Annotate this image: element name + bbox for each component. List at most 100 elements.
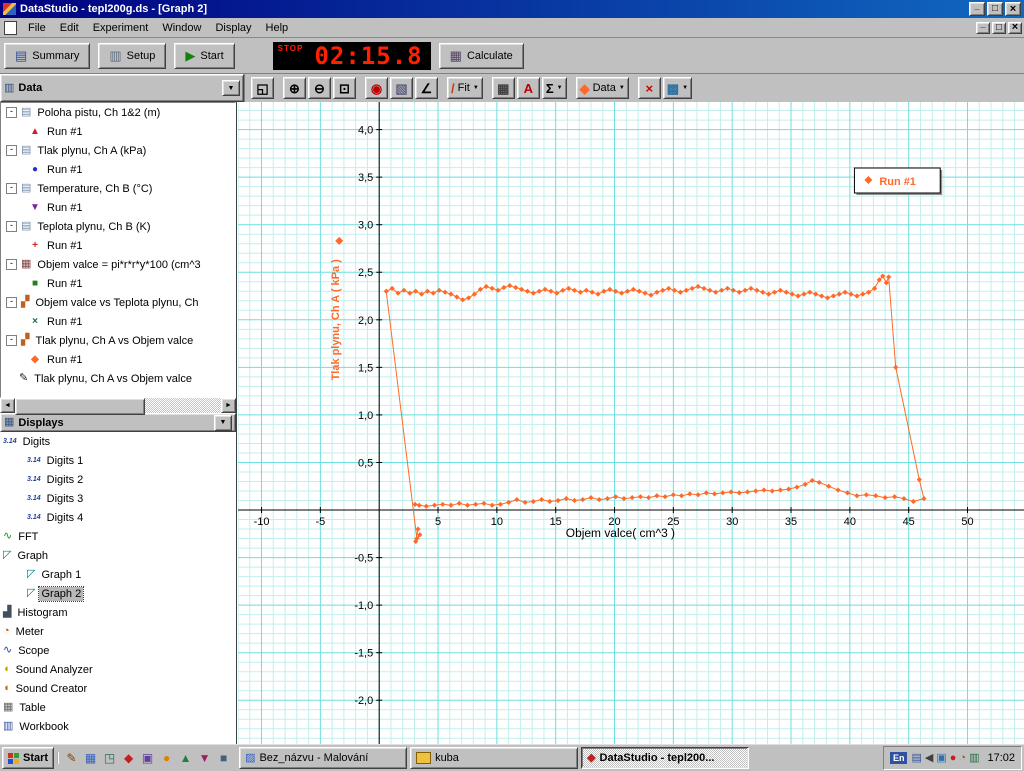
data-tree-item-run-1[interactable]: ▼ Run #1 <box>1 198 235 217</box>
quicklaunch-icon-6[interactable]: ● <box>158 752 175 764</box>
graph-display[interactable]: -10 -5 5 10 15 20 25 30 35 40 45 50 -2,0 -1,5 -1,0 -0,5… <box>237 102 1024 744</box>
displays-tree-item-digits-3[interactable]: 3.14 Digits 3 <box>0 489 236 508</box>
scrollbar-track[interactable] <box>15 398 221 415</box>
start-button[interactable]: ▶ Start <box>174 42 235 69</box>
data-tree-item-tlak-plynu-ch-a-kpa[interactable]: - ▤ Tlak plynu, Ch A (kPa) <box>1 141 235 160</box>
menu-file[interactable]: File <box>21 20 53 36</box>
displays-tree-item-scope[interactable]: ∿ Scope <box>0 641 236 660</box>
displays-tree-item-graph-1[interactable]: ◸ Graph 1 <box>0 565 236 584</box>
displays-tree-item-digits-4[interactable]: 3.14 Digits 4 <box>0 508 236 527</box>
data-tree-item-run-1[interactable]: ● Run #1 <box>1 160 235 179</box>
displays-tree-item-graph[interactable]: ◸ Graph <box>0 546 236 565</box>
quicklaunch-icon-2[interactable]: ▦ <box>82 752 99 764</box>
text-tool-button[interactable]: A <box>516 77 540 99</box>
data-tree-item-objem-valce-pi-r-r-y-100-cm-3[interactable]: - ▦ Objem valce = pi*r*r*y*100 (cm^3 <box>1 255 235 274</box>
statistics-menu-button[interactable]: Σ ▼ <box>541 77 567 99</box>
summary-button[interactable]: ▤ Summary <box>4 42 91 69</box>
graph-settings-menu-button[interactable]: ▩ ▼ <box>662 77 693 99</box>
antivirus-icon[interactable]: ● <box>950 752 957 764</box>
task-button-bez-n-zvu-malov-n[interactable]: ▨ Bez_názvu - Malování <box>239 747 408 769</box>
data-tree-item-run-1[interactable]: ▲ Run #1 <box>1 122 235 141</box>
expand-toggle-icon[interactable]: - <box>6 107 17 118</box>
calculator-button[interactable]: ▦ <box>491 77 515 99</box>
child-minimize-button[interactable] <box>976 21 990 34</box>
displays-tree-item-fft[interactable]: ∿ FFT <box>0 527 236 546</box>
data-tree-item-objem-valce-vs-teplota-plynu-ch[interactable]: - ▞ Objem valce vs Teplota plynu, Ch <box>1 293 235 312</box>
displays-tree-item-digits-1[interactable]: 3.14 Digits 1 <box>0 451 236 470</box>
displays-tree-item-meter[interactable]: ◔ Meter <box>0 622 236 641</box>
expand-toggle-icon[interactable]: - <box>6 259 17 270</box>
keyboard-language-indicator[interactable]: En <box>889 752 908 764</box>
fit-menu-button[interactable]: / Fit ▼ <box>447 77 483 99</box>
displays-tree-item-digits[interactable]: 3.14 Digits <box>0 432 236 451</box>
task-button-datastudio-tepl200[interactable]: ◆ DataStudio - tepl200... <box>581 747 750 769</box>
run-1-series-line[interactable] <box>385 275 925 542</box>
menu-experiment[interactable]: Experiment <box>86 20 156 36</box>
zoom-in-button[interactable]: ⊕ <box>283 77 306 99</box>
expand-toggle-icon[interactable]: - <box>6 297 17 308</box>
quicklaunch-icon-8[interactable]: ▼ <box>196 752 213 764</box>
pressure-volume-chart[interactable]: -10 -5 5 10 15 20 25 30 35 40 45 50-2,0-1,5-1,0-0,5… <box>238 102 1024 744</box>
quicklaunch-icon-3[interactable]: ◳ <box>101 752 118 764</box>
scale-to-fit-button[interactable]: ◱ <box>251 77 274 99</box>
scroll-right-button[interactable]: ► <box>221 398 236 413</box>
menu-display[interactable]: Display <box>208 20 258 36</box>
delete-button[interactable]: × <box>637 77 661 99</box>
zoom-select-button[interactable]: ⊡ <box>333 77 356 99</box>
expand-toggle-icon[interactable]: - <box>6 183 17 194</box>
child-close-button[interactable] <box>1008 21 1022 34</box>
smart-tool-button[interactable]: ◉ <box>365 77 388 99</box>
calculate-button[interactable]: ▦ Calculate <box>438 42 524 69</box>
quicklaunch-icon-7[interactable]: ▲ <box>177 752 194 764</box>
horizontal-scrollbar[interactable]: ◄ ► <box>0 398 236 415</box>
displays-tree-item-sound-analyzer[interactable]: ◖ Sound Analyzer <box>0 660 236 679</box>
child-restore-button[interactable] <box>992 21 1006 34</box>
menu-help[interactable]: Help <box>259 20 296 36</box>
note-tool-button[interactable]: ▧ <box>390 77 413 99</box>
data-tree-item-run-1[interactable]: ■ Run #1 <box>1 274 235 293</box>
menu-edit[interactable]: Edit <box>53 20 86 36</box>
document-icon[interactable] <box>4 20 17 35</box>
quicklaunch-icon-1[interactable]: ✎ <box>63 752 80 764</box>
displays-panel-header[interactable]: ▦ Displays ▼ <box>0 413 236 432</box>
network-icon[interactable]: ▥ <box>969 752 979 764</box>
expand-toggle-icon[interactable]: - <box>6 221 17 232</box>
displays-tree-item-graph-2[interactable]: ◸ Graph 2 <box>0 584 236 603</box>
displays-tree-item-histogram[interactable]: ▟ Histogram <box>0 603 236 622</box>
close-button[interactable] <box>1005 2 1021 16</box>
quicklaunch-icon-5[interactable]: ▣ <box>139 752 156 764</box>
data-tree-item-run-1[interactable]: + Run #1 <box>1 236 235 255</box>
displays-tree-item-sound-creator[interactable]: ◖ Sound Creator <box>0 679 236 698</box>
start-menu-button[interactable]: Start <box>2 747 55 769</box>
data-panel-header[interactable]: ▥ Data ▼ <box>0 74 244 102</box>
setup-button[interactable]: ▥ Setup <box>98 42 167 69</box>
display-settings-icon[interactable]: ▣ <box>936 752 946 764</box>
data-tree-item-tlak-plynu-ch-a-vs-objem-valce[interactable]: - ▞ Tlak plynu, Ch A vs Objem valce <box>1 331 235 350</box>
displays-panel-dropdown-button[interactable]: ▼ <box>214 414 232 431</box>
displays-tree-item-digits-2[interactable]: 3.14 Digits 2 <box>0 470 236 489</box>
volume-icon[interactable]: ◀ <box>925 752 933 764</box>
quicklaunch-icon-9[interactable]: ■ <box>215 752 232 764</box>
data-tree-item-run-1[interactable]: × Run #1 <box>1 312 235 331</box>
restore-button[interactable] <box>987 2 1003 16</box>
data-tree-item-temperature-ch-b-c[interactable]: - ▤ Temperature, Ch B (°C) <box>1 179 235 198</box>
menu-window[interactable]: Window <box>155 20 208 36</box>
data-menu-button[interactable]: ◆ Data ▼ <box>575 77 629 99</box>
data-panel-dropdown-button[interactable]: ▼ <box>222 80 240 96</box>
minimize-button[interactable] <box>969 2 985 16</box>
expand-toggle-icon[interactable]: - <box>6 145 17 156</box>
data-tree-item-teplota-plynu-ch-b-k[interactable]: - ▤ Teplota plynu, Ch B (K) <box>1 217 235 236</box>
expand-toggle-icon[interactable]: - <box>6 335 17 346</box>
zoom-out-button[interactable]: ⊖ <box>308 77 331 99</box>
displays-tree-item-workbook[interactable]: ▥ Workbook <box>0 717 236 736</box>
scrollbar-thumb[interactable] <box>15 398 145 415</box>
slope-tool-button[interactable]: ∠ <box>415 77 438 99</box>
quicklaunch-icon-4[interactable]: ◆ <box>120 752 137 764</box>
task-button-kuba[interactable]: kuba <box>410 747 579 769</box>
data-tree-item-tlak-plynu-ch-a-vs-objem-valce[interactable]: ✎ Tlak plynu, Ch A vs Objem valce <box>1 369 235 388</box>
displays-tree-item-table[interactable]: ▦ Table <box>0 698 236 717</box>
keyboard-layout-icon[interactable]: ▤ <box>911 752 921 764</box>
data-tree-item-poloha-pistu-ch-1-2-m[interactable]: - ▤ Poloha pistu, Ch 1&2 (m) <box>1 103 235 122</box>
scroll-left-button[interactable]: ◄ <box>0 398 15 413</box>
scheduler-icon[interactable]: ◔ <box>959 752 966 764</box>
